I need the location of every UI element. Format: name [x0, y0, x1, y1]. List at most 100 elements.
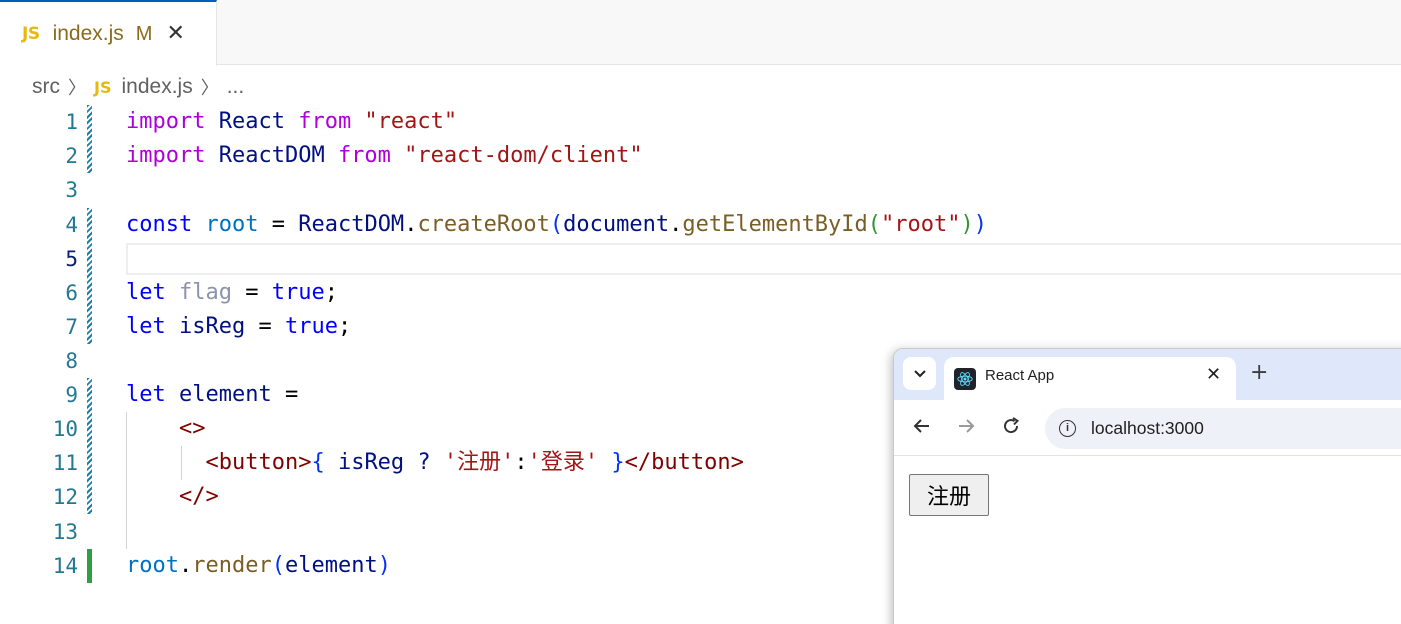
code-token: const	[126, 212, 193, 237]
line-number: 7	[65, 315, 78, 339]
code-token: document	[563, 212, 670, 237]
code-text: import React from "react"	[126, 105, 457, 139]
editor-tab-index-js[interactable]: JS index.js M ✕	[0, 0, 217, 66]
code-token: (	[271, 553, 285, 578]
code-token: getElementById	[682, 212, 868, 237]
back-arrow-icon[interactable]	[912, 416, 932, 441]
code-token: =	[245, 314, 285, 339]
code-token: ReactDOM	[205, 143, 338, 168]
line-number: 8	[65, 349, 78, 373]
git-modified-marker[interactable]	[87, 310, 92, 344]
code-line: 4 const root = ReactDOM.createRoot(docum…	[0, 208, 1401, 242]
url-text: localhost:3000	[1091, 418, 1204, 438]
code-token: {	[311, 450, 325, 475]
git-modified-marker[interactable]	[87, 412, 92, 446]
line-number: 10	[52, 417, 78, 441]
code-text: root.render(element)	[126, 549, 391, 583]
code-token: }	[611, 450, 625, 475]
browser-tab[interactable]: React App ✕	[944, 357, 1236, 400]
register-button[interactable]: 注册	[909, 474, 989, 516]
code-token: render	[192, 553, 272, 578]
code-token: flag	[165, 280, 232, 305]
code-token: "react-dom/client"	[390, 143, 643, 168]
browser-window: React App ✕ + i localhost:3000 注册	[893, 348, 1401, 624]
line-number: 3	[65, 178, 78, 202]
code-token: =	[231, 280, 272, 305]
git-modified-marker[interactable]	[87, 276, 92, 310]
code-text: import ReactDOM from "react-dom/client"	[126, 139, 643, 173]
code-token: .	[669, 212, 683, 237]
code-token: </button>	[624, 450, 744, 475]
code-line: 7 let isReg = true;	[0, 310, 1401, 344]
code-token: isReg ?	[324, 450, 444, 475]
breadcrumb-symbols[interactable]: ...	[227, 75, 245, 99]
js-file-icon: JS	[22, 24, 40, 44]
line-number: 6	[65, 281, 78, 305]
plus-icon[interactable]: +	[1250, 361, 1268, 385]
code-token: )	[973, 212, 988, 237]
code-token: root	[126, 553, 179, 578]
code-token: "react"	[351, 109, 458, 134]
code-token: :	[514, 450, 528, 475]
code-token: "root"	[881, 212, 961, 237]
breadcrumb-file[interactable]: index.js	[121, 75, 192, 99]
close-icon[interactable]: ✕	[1206, 364, 1221, 386]
info-icon[interactable]: i	[1059, 420, 1076, 437]
code-token: import	[126, 143, 206, 168]
code-text: let element =	[126, 378, 298, 412]
code-token: React	[205, 109, 299, 134]
code-line: 2 import ReactDOM from "react-dom/client…	[0, 139, 1401, 173]
breadcrumb: src 〉 JS index.js 〉 ...	[32, 72, 244, 102]
forward-arrow-icon[interactable]	[956, 416, 976, 441]
code-token: (	[549, 212, 564, 237]
code-text: const root = ReactDOM.createRoot(documen…	[126, 208, 987, 242]
code-line-current: 5	[0, 242, 1401, 276]
modified-indicator: M	[135, 22, 153, 45]
git-modified-marker[interactable]	[87, 242, 92, 276]
address-bar[interactable]: i localhost:3000	[1045, 408, 1401, 449]
code-token: '登录'	[527, 450, 599, 475]
code-token: '注册'	[443, 450, 515, 475]
code-token: </>	[178, 484, 219, 509]
git-modified-marker[interactable]	[87, 378, 92, 412]
js-file-icon: JS	[94, 77, 112, 97]
line-number: 13	[52, 520, 78, 544]
tab-filename: index.js	[52, 22, 124, 45]
code-text: let isReg = true;	[126, 310, 351, 344]
current-line-highlight	[126, 243, 1401, 275]
line-number: 11	[52, 451, 78, 475]
git-added-marker[interactable]	[87, 549, 92, 583]
reload-icon[interactable]	[1001, 416, 1021, 441]
breadcrumb-folder[interactable]: src	[32, 75, 60, 99]
code-token: createRoot	[417, 212, 550, 237]
line-number: 1	[65, 110, 78, 134]
browser-tab-bar: React App ✕ +	[894, 349, 1401, 400]
git-modified-marker[interactable]	[87, 480, 92, 514]
git-modified-marker[interactable]	[87, 208, 92, 242]
code-token: ;	[324, 280, 338, 305]
close-icon[interactable]: ✕	[166, 23, 184, 45]
line-number: 14	[52, 554, 78, 578]
code-token: true	[271, 280, 325, 305]
code-line: 6 let flag = true;	[0, 276, 1401, 310]
git-modified-marker[interactable]	[87, 105, 92, 139]
browser-toolbar: i localhost:3000	[894, 400, 1401, 456]
code-line: 3	[0, 173, 1401, 207]
chevron-right-icon: 〉	[200, 78, 219, 98]
git-modified-marker[interactable]	[87, 139, 92, 173]
line-number: 12	[52, 485, 78, 509]
chevron-down-icon	[913, 369, 926, 377]
editor-tab-strip: JS index.js M ✕	[0, 0, 1401, 66]
code-token: root	[192, 212, 259, 237]
git-modified-marker[interactable]	[87, 446, 92, 480]
code-token: let	[126, 280, 166, 305]
line-number: 9	[65, 383, 78, 407]
line-number: 2	[65, 144, 78, 168]
code-token: .	[178, 553, 193, 578]
code-token: from	[337, 143, 391, 168]
tab-search-button[interactable]	[903, 357, 936, 390]
code-token: )	[377, 553, 391, 578]
code-token: ;	[337, 314, 352, 339]
code-token: <button>	[205, 450, 312, 475]
